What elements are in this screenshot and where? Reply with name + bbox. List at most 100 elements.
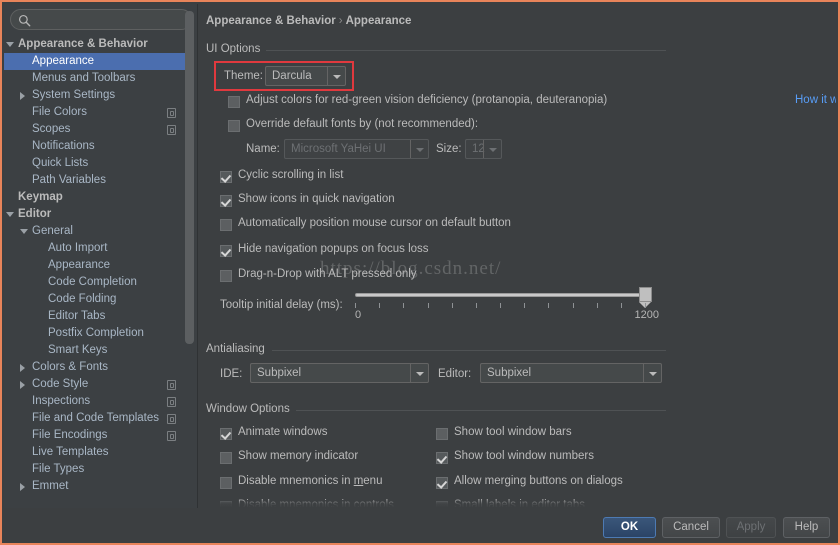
sidebar-item-file-encodings[interactable]: File Encodings	[4, 427, 186, 444]
checkbox[interactable]	[220, 171, 232, 183]
checkbox[interactable]	[220, 219, 232, 231]
checkbox-label: Hide navigation popups on focus loss	[238, 243, 429, 255]
chevron-down-icon[interactable]	[410, 140, 428, 158]
sidebar-scrollbar[interactable]	[185, 4, 194, 543]
checkbox-label: Automatically position mouse cursor on d…	[238, 217, 511, 229]
slider-track[interactable]	[355, 293, 651, 297]
sidebar-item-code-completion[interactable]: Code Completion	[4, 274, 186, 291]
sidebar-item-path-variables[interactable]: Path Variables	[4, 172, 186, 189]
slider-tick	[379, 303, 380, 308]
override-fonts-checkbox[interactable]	[228, 120, 240, 132]
antialiasing-editor-combobox[interactable]: Subpixel	[480, 363, 662, 383]
cancel-button[interactable]: Cancel	[662, 517, 720, 538]
sidebar-item-label: Postfix Completion	[48, 327, 144, 339]
chevron-right-icon[interactable]	[20, 381, 25, 389]
copy-settings-icon[interactable]	[167, 125, 176, 135]
settings-tree[interactable]: Appearance & Behavior Appearance Menus and…	[4, 36, 186, 506]
chevron-down-icon[interactable]	[20, 229, 28, 234]
sidebar-item-keymap[interactable]: Keymap	[4, 189, 186, 206]
slider-thumb[interactable]	[639, 287, 652, 308]
checkbox[interactable]	[220, 477, 232, 489]
sidebar-item-label: Colors & Fonts	[32, 361, 109, 373]
sidebar-item-label: Auto Import	[48, 242, 108, 254]
sidebar-item-postfix-completion[interactable]: Postfix Completion	[4, 325, 186, 342]
antialiasing-ide-combobox[interactable]: Subpixel	[250, 363, 429, 383]
checkbox[interactable]	[436, 477, 448, 489]
chevron-down-icon[interactable]	[6, 212, 14, 217]
font-name-value: Microsoft YaHei UI	[291, 143, 386, 155]
sidebar-item-editor-tabs[interactable]: Editor Tabs	[4, 308, 186, 325]
sidebar-item-code-style[interactable]: Code Style	[4, 376, 186, 393]
chevron-right-icon[interactable]	[20, 364, 25, 372]
copy-settings-icon[interactable]	[167, 397, 176, 407]
sidebar-item-label: Scopes	[32, 123, 71, 135]
apply-button[interactable]: Apply	[726, 517, 776, 538]
checkbox[interactable]	[220, 195, 232, 207]
checkbox-label: Disable mnemonics in menu	[238, 475, 383, 487]
sidebar-item-live-templates[interactable]: Live Templates	[4, 444, 186, 461]
sidebar-item-scopes[interactable]: Scopes	[4, 121, 186, 138]
copy-settings-icon[interactable]	[167, 380, 176, 390]
sidebar-scrollbar-thumb[interactable]	[185, 11, 194, 344]
sidebar-item-inspections[interactable]: Inspections	[4, 393, 186, 410]
sidebar-item-label: Appearance	[32, 55, 95, 67]
sidebar-item-menus-and-toolbars[interactable]: Menus and Toolbars	[4, 70, 186, 87]
sidebar-item-colors-fonts[interactable]: Colors & Fonts	[4, 359, 186, 376]
sidebar-item-auto-import[interactable]: Auto Import	[4, 240, 186, 257]
chevron-down-icon[interactable]	[483, 140, 501, 158]
sidebar-item-editor[interactable]: Editor	[4, 206, 186, 223]
override-fonts-label: Override default fonts by (not recommend…	[246, 118, 479, 130]
copy-settings-icon[interactable]	[167, 431, 176, 441]
sidebar-item-appearance-behavior[interactable]: Appearance & Behavior	[4, 36, 186, 53]
sidebar-item-smart-keys[interactable]: Smart Keys	[4, 342, 186, 359]
help-button[interactable]: Help	[783, 517, 830, 538]
checkbox-label: Show icons in quick navigation	[238, 193, 395, 205]
checkbox[interactable]	[220, 428, 232, 440]
font-size-combobox[interactable]: 12	[465, 139, 502, 159]
slider-tick	[452, 303, 453, 308]
search-input[interactable]	[35, 12, 185, 27]
checkbox[interactable]	[220, 245, 232, 257]
sidebar-item-code-folding[interactable]: Code Folding	[4, 291, 186, 308]
chevron-right-icon[interactable]	[20, 92, 25, 100]
copy-settings-icon[interactable]	[167, 108, 176, 118]
font-name-combobox[interactable]: Microsoft YaHei UI	[284, 139, 429, 159]
sidebar-item-label: Smart Keys	[48, 344, 108, 356]
breadcrumb-separator: ›	[338, 15, 343, 27]
sidebar-item-label: File Types	[32, 463, 85, 475]
breadcrumb-parent[interactable]: Appearance & Behavior	[206, 15, 336, 27]
sidebar-item-appearance[interactable]: Appearance	[4, 257, 186, 274]
tooltip-delay-slider[interactable]: 0 1200	[355, 285, 659, 325]
checkbox[interactable]	[436, 452, 448, 464]
checkbox[interactable]	[220, 270, 232, 282]
slider-tick	[573, 303, 574, 308]
copy-settings-icon[interactable]	[167, 414, 176, 424]
chevron-down-icon[interactable]	[410, 364, 428, 382]
slider-tick	[645, 303, 646, 308]
sidebar-item-file-and-code-templates[interactable]: File and Code Templates	[4, 410, 186, 427]
checkbox[interactable]	[436, 428, 448, 440]
sidebar-item-quick-lists[interactable]: Quick Lists	[4, 155, 186, 172]
window-options-divider	[291, 410, 666, 411]
sidebar-item-file-colors[interactable]: File Colors	[4, 104, 186, 121]
search-field[interactable]	[10, 9, 192, 30]
ok-button[interactable]: OK	[603, 517, 656, 538]
adjust-colors-checkbox[interactable]	[228, 96, 240, 108]
sidebar-item-label: Path Variables	[32, 174, 106, 186]
chevron-down-icon[interactable]	[6, 42, 14, 47]
slider-tick	[428, 303, 429, 308]
antialiasing-ide-label: IDE:	[220, 368, 243, 380]
slider-tick	[403, 303, 404, 308]
checkbox[interactable]	[220, 452, 232, 464]
chevron-down-icon[interactable]	[643, 364, 661, 382]
how-it-works-link[interactable]: How it works	[795, 94, 836, 106]
chevron-right-icon[interactable]	[20, 483, 25, 491]
theme-highlight-box	[214, 61, 354, 91]
sidebar-item-file-types[interactable]: File Types	[4, 461, 186, 478]
sidebar-item-emmet[interactable]: Emmet	[4, 478, 186, 495]
ui-options-title: UI Options	[206, 43, 267, 55]
sidebar-item-system-settings[interactable]: System Settings	[4, 87, 186, 104]
sidebar-item-general[interactable]: General	[4, 223, 186, 240]
sidebar-item-notifications[interactable]: Notifications	[4, 138, 186, 155]
sidebar-item-appearance[interactable]: Appearance	[4, 53, 186, 70]
